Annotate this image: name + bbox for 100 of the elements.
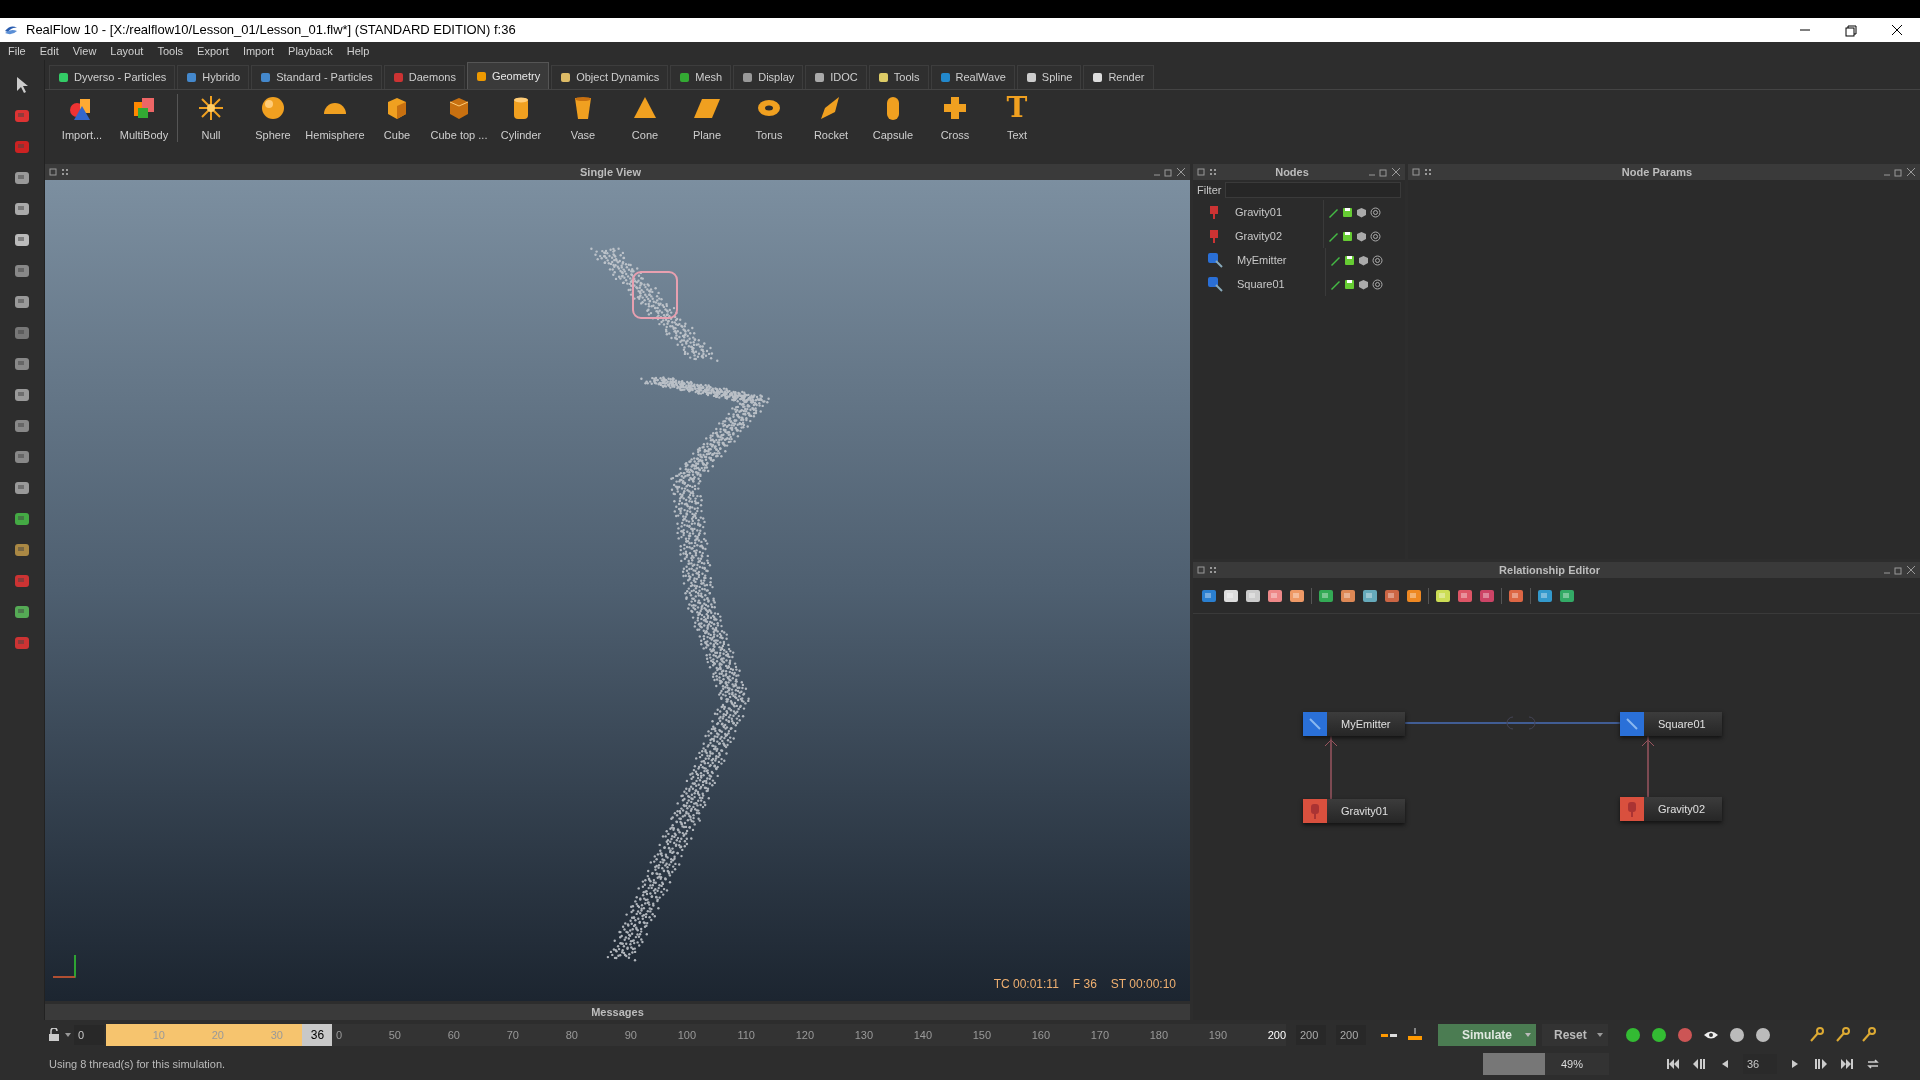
relationship-canvas[interactable]: MyEmitter Square01 Gravity01 Gravity02 [1193, 614, 1920, 1020]
shelf-button[interactable]: Cone [614, 94, 676, 144]
tab[interactable]: RealWave [930, 65, 1015, 89]
menu-item[interactable]: Help [346, 42, 370, 60]
shelf-button[interactable]: Sphere [242, 94, 304, 144]
tool-icon[interactable] [1508, 587, 1524, 604]
caret-icon[interactable] [64, 1031, 72, 1039]
close-icon[interactable] [1176, 167, 1186, 177]
tab[interactable]: Display [733, 65, 804, 89]
key-icon[interactable] [1808, 1026, 1826, 1044]
simulate-button[interactable]: Simulate [1438, 1024, 1536, 1046]
close-icon[interactable] [1906, 565, 1916, 575]
step-forward-icon[interactable] [1813, 1056, 1829, 1072]
tool-icon[interactable] [1457, 587, 1473, 604]
tab[interactable]: Geometry [466, 62, 550, 89]
shelf-button[interactable]: Rocket [800, 94, 862, 144]
tool-icon[interactable] [1201, 587, 1217, 604]
key-icon[interactable] [1860, 1026, 1878, 1044]
shelf-button[interactable]: Cube top ... [428, 94, 490, 144]
key-icon[interactable] [1834, 1026, 1852, 1044]
shelf-button[interactable]: Import... [51, 94, 113, 144]
shelf-button[interactable]: Cross [924, 94, 986, 144]
tab[interactable]: Render [1083, 65, 1154, 89]
restore-icon[interactable] [1379, 167, 1389, 177]
tab[interactable]: Tools [868, 65, 929, 89]
tool-icon[interactable] [13, 231, 31, 249]
skip-start-icon[interactable] [1665, 1056, 1681, 1072]
tab[interactable]: Spline [1016, 65, 1082, 89]
save-icon[interactable] [1344, 278, 1355, 290]
menu-item[interactable]: Edit [39, 42, 59, 60]
pencil-icon[interactable] [1328, 206, 1339, 218]
node-list-item[interactable]: MyEmitter [1193, 248, 1405, 272]
shelf-button[interactable]: Capsule [862, 94, 924, 144]
sphere-icon[interactable] [1372, 278, 1383, 290]
tool-icon[interactable] [1289, 587, 1305, 604]
menu-item[interactable]: Export [197, 42, 229, 60]
tool-icon[interactable] [1245, 587, 1261, 604]
sphere-icon[interactable] [1372, 254, 1383, 266]
viewport[interactable]: TC 00:01:11 F 36 ST 00:00:10 [45, 180, 1190, 1001]
panel-grip-icon[interactable] [61, 168, 69, 176]
shelf-button[interactable]: Cylinder [490, 94, 552, 144]
shelf-button[interactable]: MultiBody [113, 94, 175, 144]
tool-icon[interactable] [13, 510, 31, 528]
range-down-icon[interactable] [1406, 1027, 1424, 1043]
pencil-icon[interactable] [1330, 278, 1341, 290]
tab[interactable]: Mesh [670, 65, 732, 89]
node-list-item[interactable]: Square01 [1193, 272, 1405, 296]
restore-icon[interactable] [1894, 167, 1904, 177]
pencil-icon[interactable] [1328, 230, 1339, 242]
tool-icon[interactable] [13, 169, 31, 187]
tab[interactable]: Standard - Particles [251, 65, 382, 89]
graph-node[interactable]: Gravity02 [1620, 797, 1722, 821]
tool-icon[interactable] [1362, 587, 1378, 604]
node-list-item[interactable]: Gravity01 [1193, 200, 1405, 224]
tool-icon[interactable] [13, 386, 31, 404]
sphere-icon[interactable] [1370, 230, 1381, 242]
tool-icon[interactable] [1479, 587, 1495, 604]
graph-node[interactable]: Square01 [1620, 712, 1722, 736]
shelf-button[interactable]: Null [180, 94, 242, 144]
tab[interactable]: Daemons [383, 65, 465, 89]
node-list-item[interactable]: Gravity02 [1193, 224, 1405, 248]
skip-end-icon[interactable] [1839, 1056, 1855, 1072]
panel-float-icon[interactable] [1197, 168, 1205, 176]
close-icon[interactable] [1391, 167, 1401, 177]
tool-icon[interactable] [1223, 587, 1239, 604]
panel-float-icon[interactable] [1412, 168, 1420, 176]
tool-icon[interactable] [13, 603, 31, 621]
save-icon[interactable] [1342, 230, 1353, 242]
tool-icon[interactable] [1318, 587, 1334, 604]
panel-grip-icon[interactable] [1424, 168, 1432, 176]
menu-item[interactable]: Import [242, 42, 275, 60]
tool-icon[interactable] [13, 479, 31, 497]
menu-item[interactable]: Playback [288, 42, 333, 60]
timeline-track[interactable]: 10 20 30 36 0 50 60 70 80 90 100 110 120 130 140 150 160 170 180 190 200 [106, 1024, 1286, 1046]
tool-icon[interactable] [1559, 587, 1575, 604]
shelf-button[interactable]: Plane [676, 94, 738, 144]
shelf-button[interactable]: Vase [552, 94, 614, 144]
restore-icon[interactable] [1894, 565, 1904, 575]
pointer-icon[interactable] [14, 76, 30, 94]
shelf-button[interactable]: T Text [986, 94, 1048, 144]
graph-node[interactable]: Gravity01 [1303, 799, 1405, 823]
save-icon[interactable] [1344, 254, 1355, 266]
tool-icon[interactable] [1267, 587, 1283, 604]
panel-float-icon[interactable] [1197, 566, 1205, 574]
shelf-button[interactable]: Torus [738, 94, 800, 144]
close-icon[interactable] [1906, 167, 1916, 177]
tool-icon[interactable] [1384, 587, 1400, 604]
step-back-icon[interactable] [1691, 1056, 1707, 1072]
graph-node[interactable]: MyEmitter [1303, 712, 1405, 736]
panel-grip-icon[interactable] [1209, 168, 1217, 176]
tab[interactable]: IDOC [805, 65, 867, 89]
menu-item[interactable]: File [8, 42, 26, 60]
panel-float-icon[interactable] [49, 168, 57, 176]
menu-item[interactable]: View [72, 42, 97, 60]
sphere-icon[interactable] [1370, 206, 1381, 218]
tool-icon[interactable] [1537, 587, 1553, 604]
end-frame-field[interactable]: 200 [1296, 1025, 1326, 1045]
tool-icon[interactable] [1340, 587, 1356, 604]
end-frame-field[interactable]: 200 [1336, 1025, 1366, 1045]
tool-icon[interactable] [13, 293, 31, 311]
